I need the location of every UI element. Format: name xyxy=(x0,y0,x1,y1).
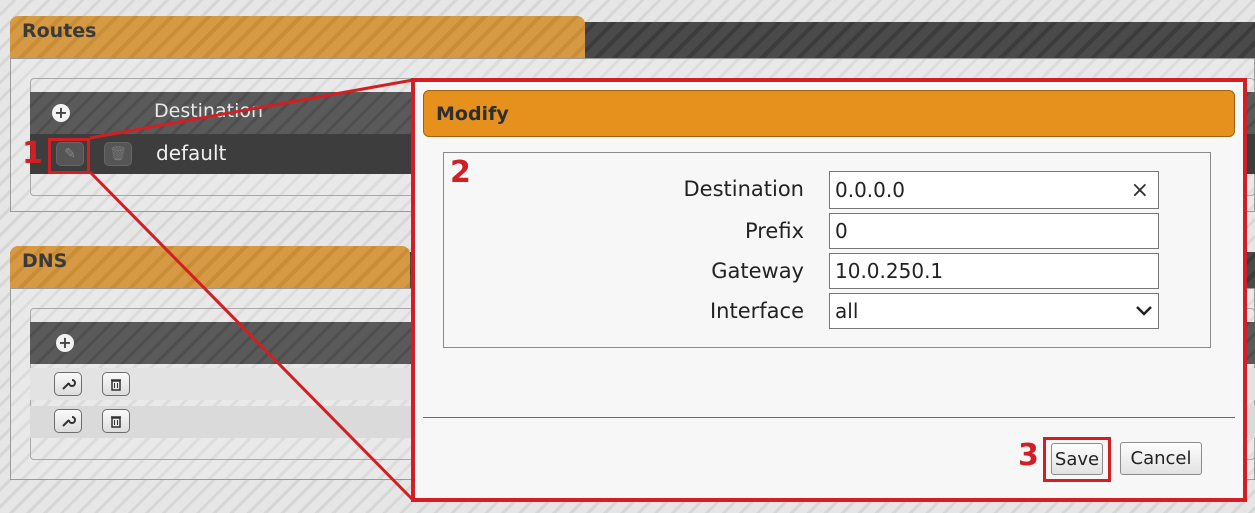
modal-title: Modify xyxy=(436,102,509,125)
column-header-destination: Destination xyxy=(154,100,264,122)
edit-dns-button[interactable] xyxy=(54,372,82,396)
dns-section-tab: DNS xyxy=(10,246,410,288)
wrench-icon xyxy=(62,416,76,427)
wrench-icon xyxy=(62,379,76,390)
modify-dialog: Modify 2 Destination 0.0.0.0 × Prefix 0 … xyxy=(411,78,1247,502)
routes-section-tab: Routes xyxy=(10,16,585,58)
gateway-field[interactable]: 10.0.250.1 xyxy=(829,253,1159,289)
callout-number-1: 1 xyxy=(22,136,43,171)
destination-value: 0.0.0.0 xyxy=(835,178,905,202)
callout-number-2: 2 xyxy=(450,155,471,190)
prefix-label: Prefix xyxy=(744,219,804,243)
delete-dns-button[interactable] xyxy=(102,372,130,396)
trash-icon: 🗑 xyxy=(109,146,127,162)
add-dns-button[interactable]: + xyxy=(56,334,74,352)
cancel-button[interactable]: Cancel xyxy=(1120,442,1202,475)
callout-1-highlight xyxy=(48,138,90,174)
route-destination-cell: default xyxy=(156,141,227,165)
edit-dns-button[interactable] xyxy=(54,409,82,433)
gateway-value: 10.0.250.1 xyxy=(835,259,944,283)
modal-divider xyxy=(423,417,1235,418)
delete-dns-button[interactable] xyxy=(102,409,130,433)
prefix-field[interactable]: 0 xyxy=(829,213,1159,249)
plus-circle-icon: + xyxy=(52,104,70,122)
destination-label: Destination xyxy=(683,177,804,201)
trash-icon xyxy=(111,416,121,428)
clear-icon[interactable]: × xyxy=(1131,178,1153,203)
callout-number-3: 3 xyxy=(1018,438,1039,473)
save-button[interactable]: Save xyxy=(1051,443,1103,475)
add-route-button[interactable]: + xyxy=(47,100,75,126)
plus-circle-icon: + xyxy=(56,334,74,352)
interface-value: all xyxy=(835,299,859,323)
routes-title: Routes xyxy=(22,20,97,42)
trash-icon xyxy=(111,379,121,391)
route-form: 2 Destination 0.0.0.0 × Prefix 0 Gateway… xyxy=(443,152,1211,348)
destination-field[interactable]: 0.0.0.0 × xyxy=(829,171,1159,209)
modal-title-bar: Modify xyxy=(423,90,1235,137)
chevron-down-icon xyxy=(1136,306,1152,316)
interface-label: Interface xyxy=(709,299,804,323)
delete-route-button[interactable]: 🗑 xyxy=(104,142,132,166)
gateway-label: Gateway xyxy=(711,259,804,283)
dns-title: DNS xyxy=(22,250,68,272)
prefix-value: 0 xyxy=(835,219,848,243)
interface-select[interactable]: all xyxy=(829,293,1159,329)
